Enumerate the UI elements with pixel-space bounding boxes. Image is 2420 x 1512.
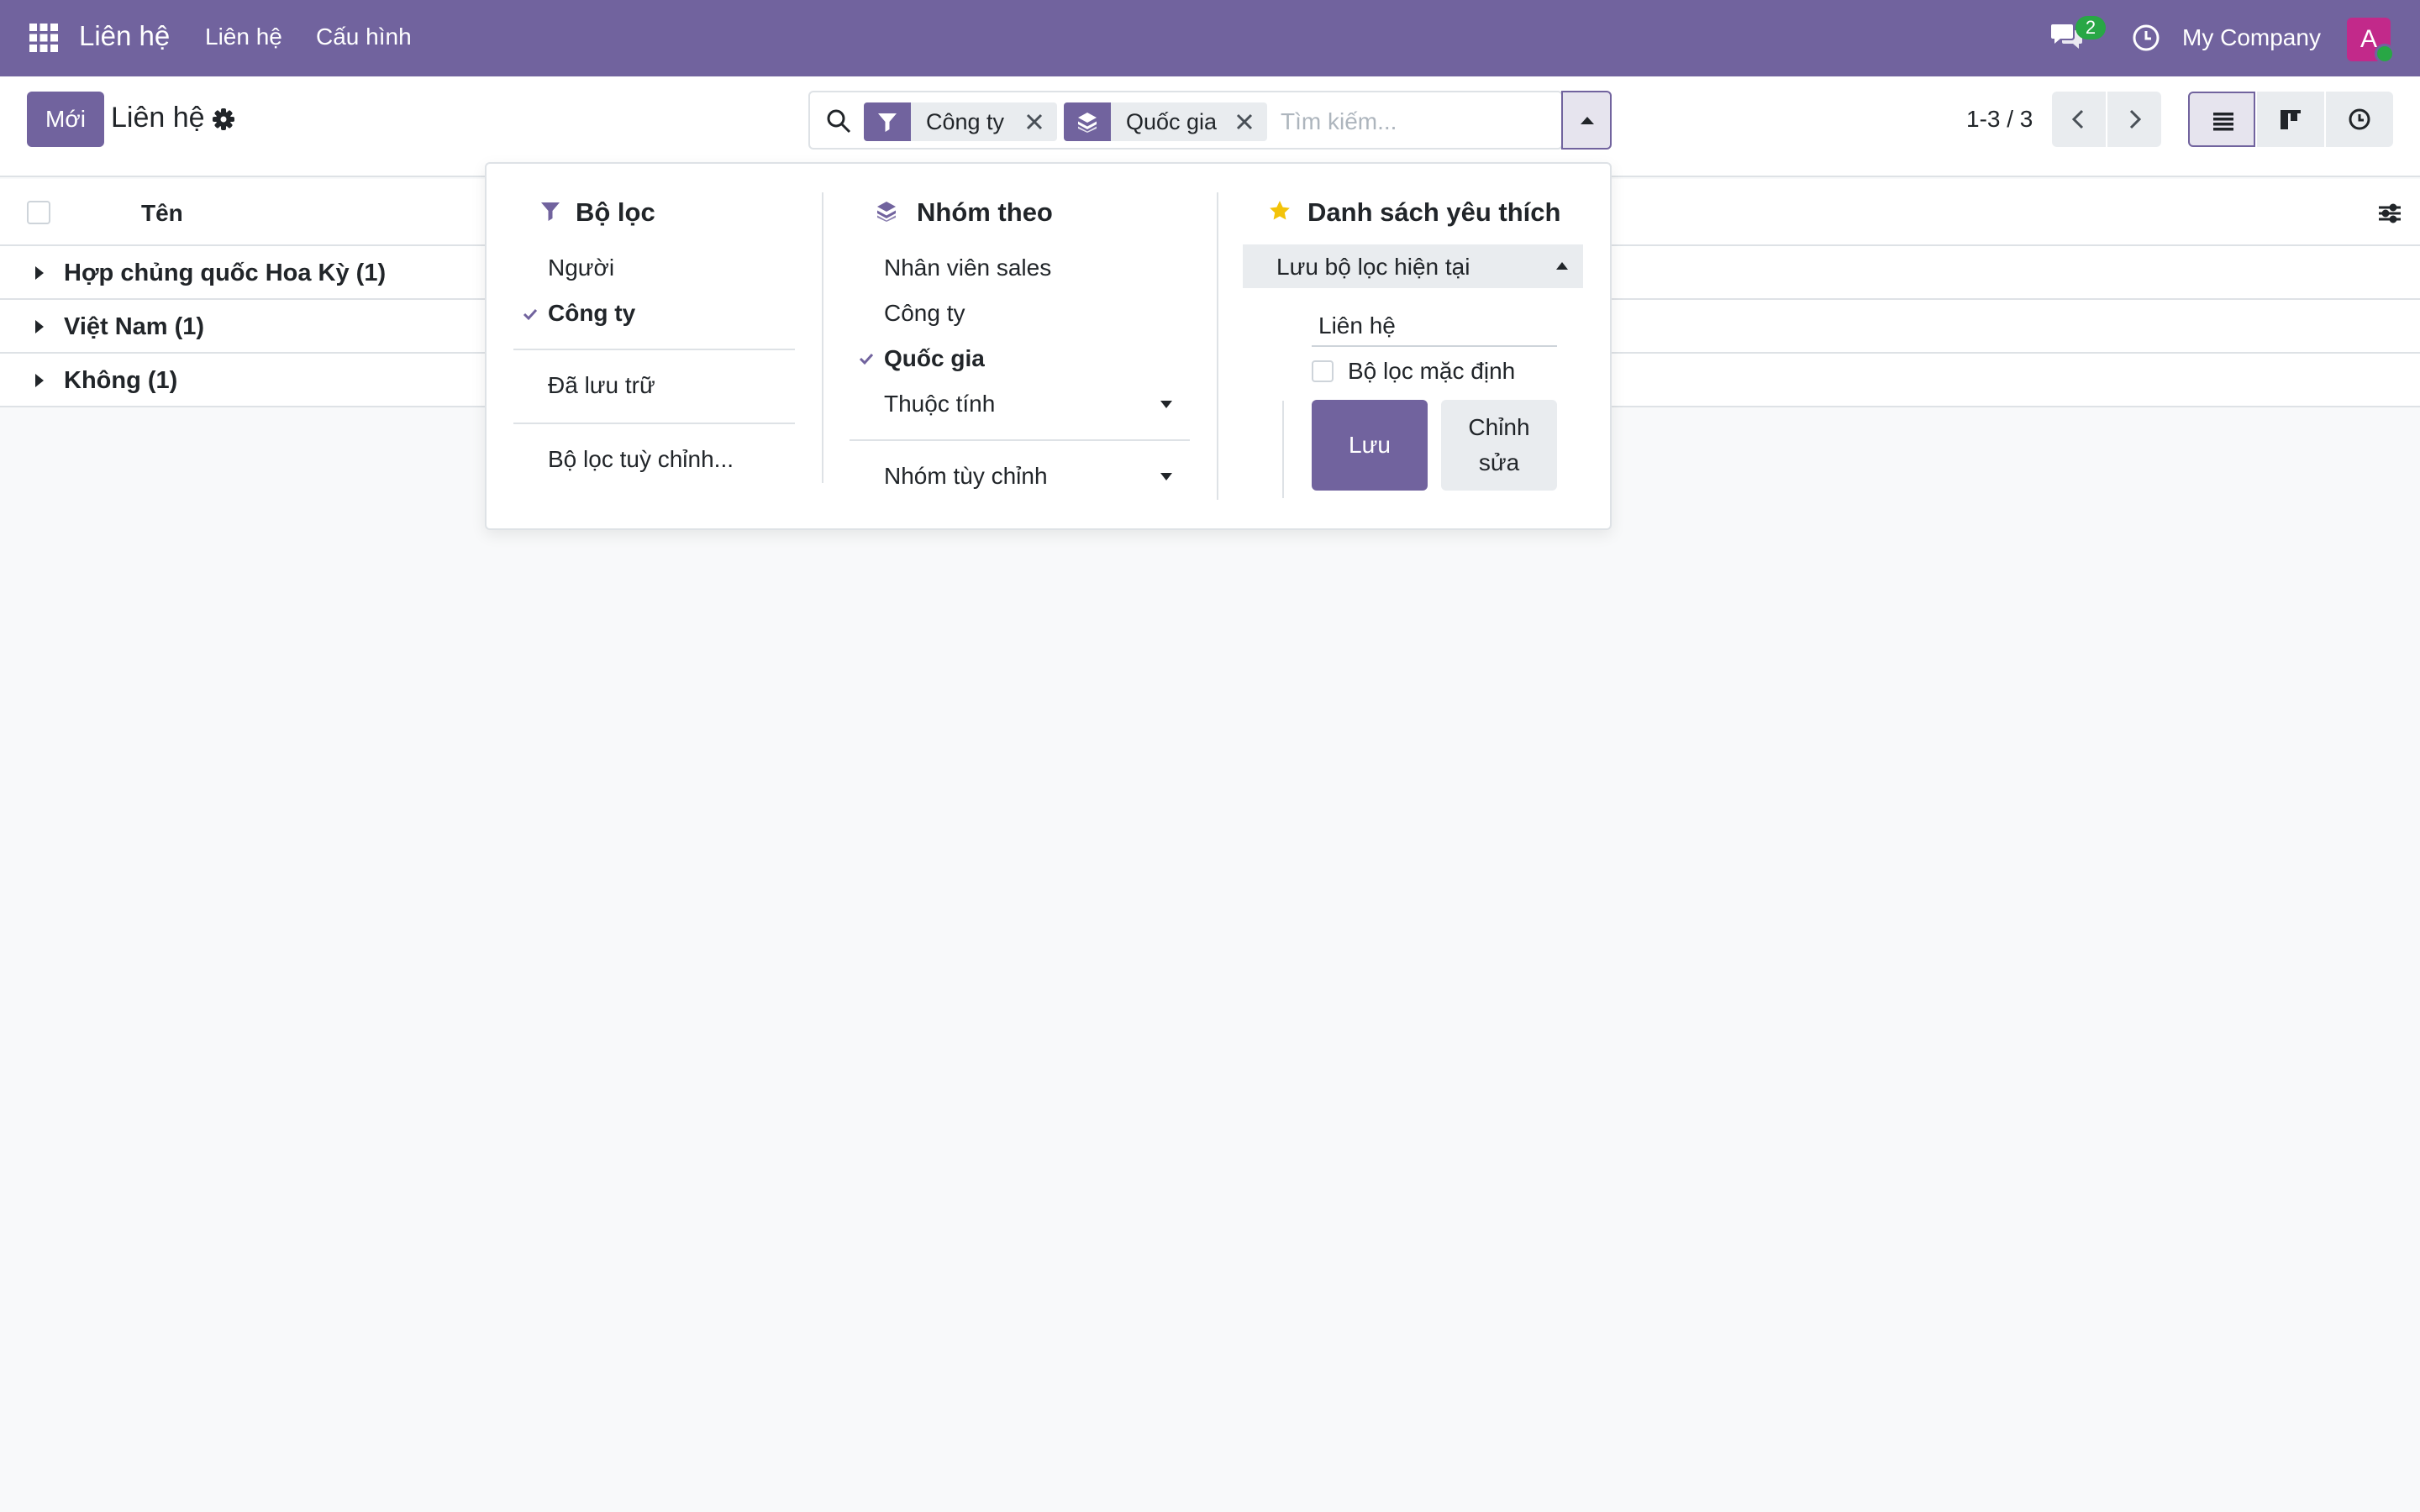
online-status-dot — [2375, 44, 2395, 64]
menu-configuration[interactable]: Cấu hình — [316, 24, 412, 50]
custom-filter-link[interactable]: Bộ lọc tuỳ chỉnh... — [548, 446, 734, 473]
group-label: Không (1) — [64, 367, 178, 394]
pager-value[interactable]: 1-3 / 3 — [1966, 106, 2033, 133]
divider — [513, 423, 795, 424]
filters-title: Bộ lọc — [576, 197, 655, 227]
kanban-view-button[interactable] — [2257, 92, 2324, 147]
save-current-search-label: Lưu bộ lọc hiện tại — [1276, 254, 1470, 280]
filter-icon — [539, 199, 562, 223]
group-by-country[interactable]: Quốc gia — [884, 345, 985, 372]
favorites-title: Danh sách yêu thích — [1307, 197, 1561, 227]
column-separator — [822, 192, 823, 483]
save-current-search-toggle[interactable]: Lưu bộ lọc hiện tại — [1243, 244, 1583, 288]
star-icon — [1268, 199, 1292, 223]
menu-contacts[interactable]: Liên hệ — [205, 24, 282, 50]
search-panel-toggle[interactable] — [1561, 91, 1612, 150]
group-by-properties[interactable]: Thuộc tính — [884, 391, 995, 417]
layers-icon — [875, 199, 898, 223]
column-separator — [1217, 192, 1218, 500]
group-by-title: Nhóm theo — [917, 197, 1053, 227]
activity-view-button[interactable] — [2326, 92, 2393, 147]
group-by-company[interactable]: Công ty — [884, 300, 965, 327]
edit-favorite-button[interactable]: Chỉnh sửa — [1441, 400, 1557, 491]
company-switcher[interactable]: My Company — [2182, 24, 2321, 51]
default-filter-label[interactable]: Bộ lọc mặc định — [1348, 358, 1515, 385]
filter-facet-label: Công ty — [926, 108, 1005, 134]
favorite-name-input[interactable] — [1312, 307, 1557, 347]
search-bar: Công ty Quốc gia — [808, 91, 1563, 150]
filter-icon — [864, 102, 911, 141]
caret-down-icon[interactable] — [1160, 471, 1173, 481]
save-favorite-button[interactable]: Lưu — [1312, 400, 1428, 491]
chevron-left-icon — [2071, 109, 2084, 129]
chat-count-badge: 2 — [2075, 16, 2106, 39]
layers-icon — [1064, 102, 1111, 141]
filter-item-company[interactable]: Công ty — [548, 300, 635, 327]
caret-right-icon — [34, 372, 45, 389]
select-all-checkbox[interactable] — [27, 201, 50, 224]
gear-icon[interactable] — [212, 108, 235, 131]
new-button[interactable]: Mới — [27, 92, 104, 147]
pager-next-button[interactable] — [2107, 92, 2161, 147]
column-separator — [1282, 401, 1284, 498]
group-label: Hợp chủng quốc Hoa Kỳ (1) — [64, 260, 387, 286]
activity-view-icon — [2349, 108, 2370, 130]
search-icon[interactable] — [825, 108, 852, 134]
search-input[interactable] — [1281, 102, 1524, 141]
filter-item-archived[interactable]: Đã lưu trữ — [548, 372, 655, 399]
group-by-salesperson[interactable]: Nhân viên sales — [884, 255, 1051, 281]
caret-right-icon — [34, 265, 45, 281]
remove-filter-facet-icon[interactable] — [1023, 111, 1045, 133]
divider — [850, 439, 1190, 441]
default-filter-checkbox[interactable] — [1312, 360, 1334, 382]
custom-group-select[interactable]: Nhóm tùy chỉnh — [884, 463, 1048, 490]
search-panel-dropdown: Bộ lọc Người Công ty Đã lưu trữ Bộ lọc t… — [485, 162, 1612, 530]
list-view-button[interactable] — [2188, 92, 2255, 147]
app-title[interactable]: Liên hệ — [79, 20, 170, 52]
checkmark-icon — [522, 306, 539, 323]
caret-right-icon — [34, 318, 45, 335]
group-by-facet-label: Quốc gia — [1126, 108, 1218, 134]
group-by-facet: Quốc gia — [1064, 102, 1267, 141]
optional-columns-icon[interactable] — [2376, 200, 2403, 227]
caret-up-icon — [1555, 261, 1569, 271]
kanban-view-icon — [2281, 110, 2301, 129]
checkmark-icon — [858, 350, 875, 367]
remove-group-facet-icon[interactable] — [1234, 111, 1255, 133]
caret-down-icon[interactable] — [1160, 399, 1173, 409]
caret-up-icon — [1581, 117, 1594, 124]
column-header-name[interactable]: Tên — [141, 200, 183, 227]
breadcrumb-title: Liên hệ — [111, 102, 205, 134]
clock-icon[interactable] — [2131, 23, 2161, 53]
list-view-icon — [2213, 113, 2233, 131]
pager-previous-button[interactable] — [2052, 92, 2106, 147]
apps-menu-icon[interactable] — [29, 23, 59, 53]
filter-facet: Công ty — [864, 102, 1057, 141]
group-label: Việt Nam (1) — [64, 313, 205, 340]
top-navbar: Liên hệ Liên hệ Cấu hình 2 My Company A — [0, 0, 2420, 76]
filter-item-person[interactable]: Người — [548, 255, 614, 281]
chevron-right-icon — [2129, 109, 2142, 129]
divider — [513, 349, 795, 350]
